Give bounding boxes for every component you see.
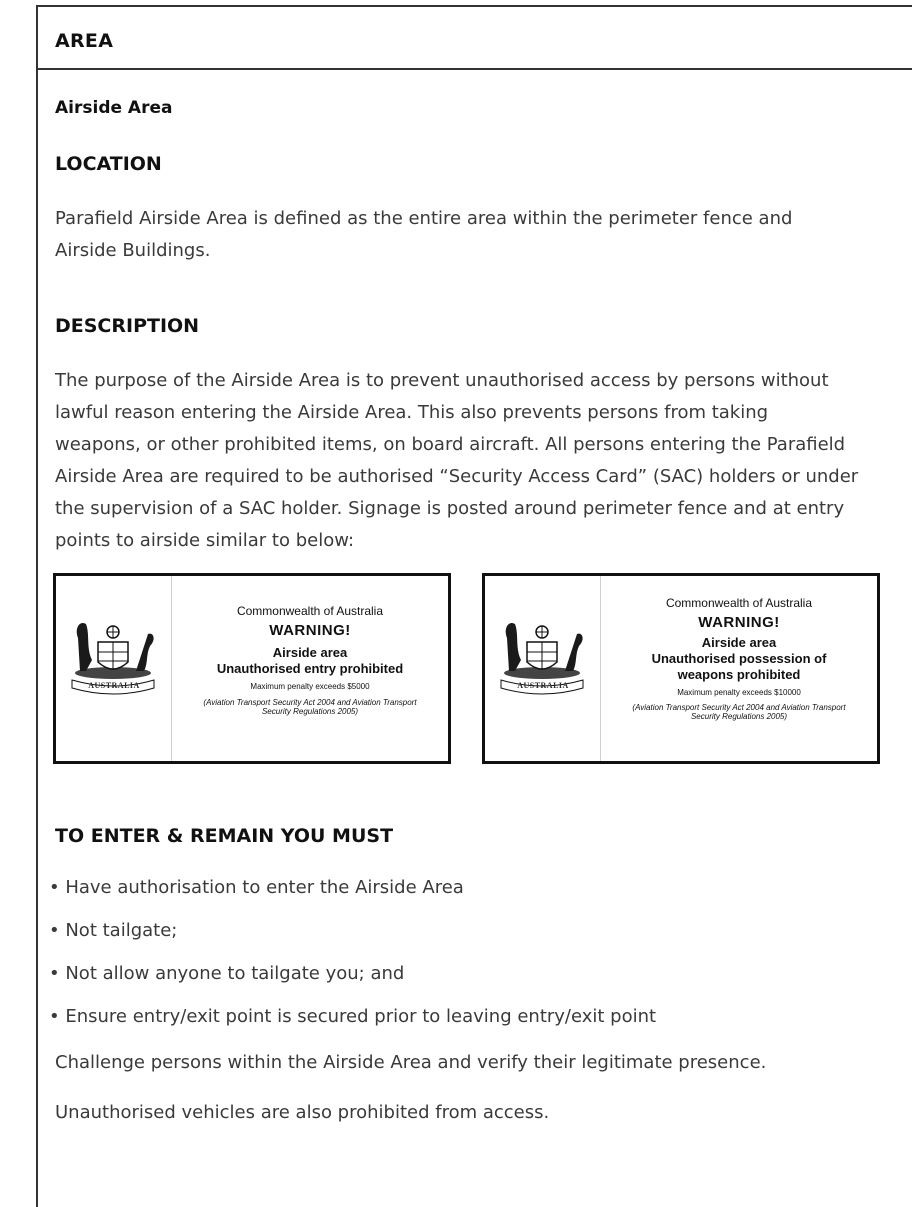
warning-sign-weapons: AUSTRALIA Commonwealth of Australia WARN…: [482, 573, 880, 764]
sign-line2: Unauthorised possession of: [651, 651, 827, 666]
description-heading: DESCRIPTION: [55, 315, 200, 337]
warning-sign-entry: AUSTRALIA Commonwealth of Australia WARN…: [53, 573, 451, 764]
description-line: The purpose of the Airside Area is to pr…: [55, 370, 829, 391]
sign-authority: Commonwealth of Australia: [665, 596, 813, 610]
sign-line2: Unauthorised entry prohibited: [216, 661, 404, 676]
requirement-item: • Ensure entry/exit point is secured pri…: [49, 1006, 657, 1027]
sign-line1: Airside area: [701, 635, 777, 650]
challenge-note: Challenge persons within the Airside Are…: [55, 1052, 767, 1073]
coat-of-arms-emblem: AUSTRALIA: [56, 576, 172, 761]
location-heading: LOCATION: [55, 153, 162, 175]
area-header-bar: AREA: [38, 7, 912, 70]
emblem-label: AUSTRALIA: [88, 681, 140, 690]
sign-act-line1: (Aviation Transport Security Act 2004 an…: [203, 698, 417, 707]
sign-penalty: Maximum penalty exceeds $5000: [250, 682, 370, 691]
sign-warning: WARNING!: [698, 614, 780, 631]
sign-line3: weapons prohibited: [677, 667, 801, 682]
description-line: points to airside similar to below:: [55, 530, 355, 551]
location-text-line1: Parafield Airside Area is defined as the…: [55, 208, 793, 229]
coat-of-arms-emblem: AUSTRALIA: [485, 576, 601, 761]
requirement-item: • Not allow anyone to tailgate you; and: [49, 963, 405, 984]
sign-act-line2: Security Regulations 2005): [261, 707, 359, 716]
requirement-item: • Have authorisation to enter the Airsid…: [49, 877, 464, 898]
vehicles-note: Unauthorised vehicles are also prohibite…: [55, 1102, 550, 1123]
sign-penalty: Maximum penalty exceeds $10000: [677, 688, 801, 697]
description-line: Airside Area are required to be authoris…: [55, 466, 859, 487]
sign-authority: Commonwealth of Australia: [236, 604, 384, 618]
location-text-line2: Airside Buildings.: [55, 240, 211, 261]
requirements-heading: TO ENTER & REMAIN YOU MUST: [55, 825, 394, 847]
description-line: weapons, or other prohibited items, on b…: [55, 434, 846, 455]
sign-act-line1: (Aviation Transport Security Act 2004 an…: [632, 703, 846, 712]
document-frame: AREA Airside Area LOCATION Parafield Air…: [36, 5, 912, 1207]
sign-line1: Airside area: [272, 645, 348, 660]
emblem-label: AUSTRALIA: [517, 681, 569, 690]
sign-act-line2: Security Regulations 2005): [690, 712, 788, 721]
requirement-item: • Not tailgate;: [49, 920, 178, 941]
description-line: lawful reason entering the Airside Area.…: [55, 402, 769, 423]
description-line: the supervision of a SAC holder. Signage…: [55, 498, 845, 519]
sign-warning: WARNING!: [269, 622, 351, 639]
area-name: Airside Area: [55, 98, 173, 118]
area-heading: AREA: [55, 30, 114, 52]
